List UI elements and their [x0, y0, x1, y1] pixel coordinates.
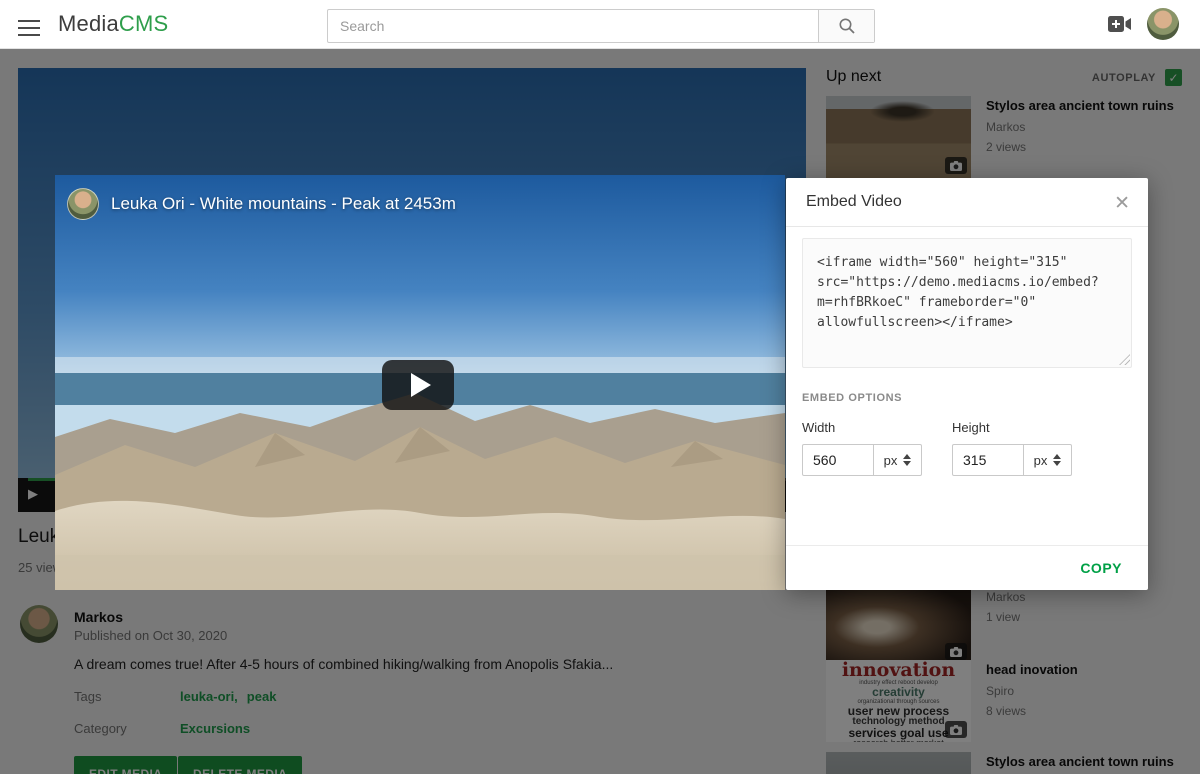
upload-media-button[interactable] [1106, 11, 1134, 37]
modal-title: Embed Video [806, 193, 902, 211]
embed-code-field[interactable]: <iframe width="560" height="315" src="ht… [802, 238, 1132, 368]
width-input[interactable] [802, 444, 874, 476]
preview-play-button[interactable] [382, 360, 454, 410]
spinner-icon [903, 454, 911, 466]
logo-text-cms: CMS [119, 11, 169, 36]
unit-label: px [884, 453, 898, 468]
embed-video-modal: Embed Video ✕ <iframe width="560" height… [786, 178, 1148, 590]
search-bar [327, 9, 875, 43]
search-button[interactable] [818, 10, 874, 42]
logo-text-media: Media [58, 11, 119, 36]
close-icon[interactable]: ✕ [1112, 190, 1132, 217]
play-icon [411, 373, 431, 397]
width-label: Width [802, 420, 922, 435]
menu-icon[interactable] [18, 15, 40, 33]
width-unit-select[interactable]: px [874, 444, 922, 476]
height-unit-select[interactable]: px [1024, 444, 1072, 476]
videocam-plus-icon [1108, 15, 1132, 33]
search-input[interactable] [328, 10, 818, 42]
spinner-icon [1053, 454, 1061, 466]
copy-button[interactable]: COPY [1074, 559, 1128, 577]
preview-author-avatar[interactable] [67, 188, 99, 220]
embed-options-label: EMBED OPTIONS [802, 392, 902, 404]
unit-label: px [1034, 453, 1048, 468]
top-navbar: MediaCMS [0, 0, 1200, 49]
height-label: Height [952, 420, 1072, 435]
search-icon [838, 17, 856, 35]
mediacms-app: ▶ Leuka Ori - White mountains - Peak at … [0, 0, 1200, 774]
height-input[interactable] [952, 444, 1024, 476]
user-avatar[interactable] [1147, 8, 1179, 40]
embed-preview-player[interactable]: Leuka Ori - White mountains - Peak at 24… [55, 175, 785, 590]
logo[interactable]: MediaCMS [58, 11, 168, 37]
preview-video-title: Leuka Ori - White mountains - Peak at 24… [111, 194, 456, 214]
